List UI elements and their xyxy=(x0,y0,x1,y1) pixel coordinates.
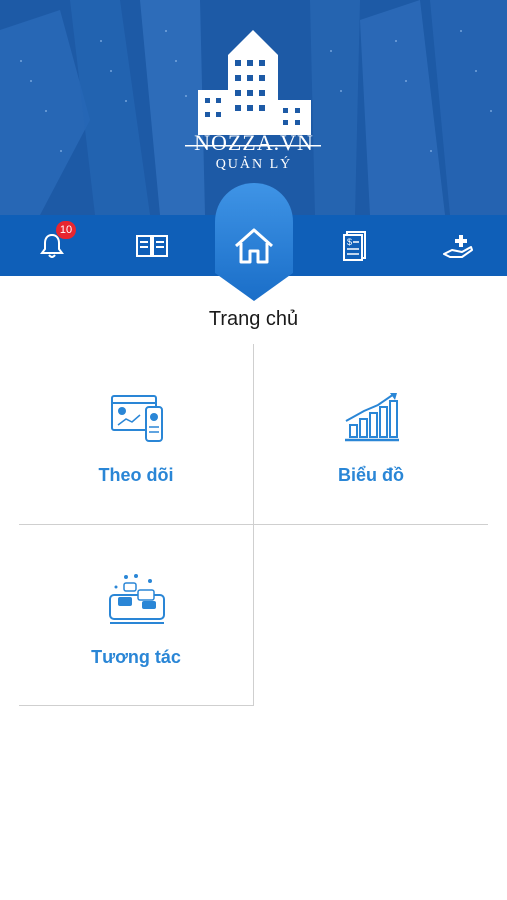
nav-home-button[interactable] xyxy=(233,227,275,265)
bar-chart-icon xyxy=(345,393,399,442)
tile-label: Tương tác xyxy=(91,647,181,667)
hand-plus-icon xyxy=(443,234,473,258)
svg-text:$: $ xyxy=(347,237,352,247)
chat-interaction-icon xyxy=(109,574,165,624)
page-title: Trang chủ xyxy=(208,308,299,330)
logo-title: NOZZA.VN xyxy=(194,130,314,155)
notification-badge: 10 xyxy=(56,221,76,239)
home-icon xyxy=(235,228,273,264)
tile-tuong-tac[interactable]: Tương tác xyxy=(19,525,253,705)
nav-notifications-button[interactable]: 10 xyxy=(22,215,82,276)
logo-subtitle: QUẢN LÝ xyxy=(215,157,293,172)
tile-theo-doi[interactable]: Theo dõi xyxy=(19,345,253,524)
nav-care-button[interactable] xyxy=(428,215,488,276)
monitor-tracking-icon xyxy=(111,395,163,442)
nav-book-button[interactable] xyxy=(122,215,182,276)
grid-divider-horizontal-bottom xyxy=(19,705,254,706)
tile-bieu-do[interactable]: Biểu đồ xyxy=(254,345,488,524)
tile-label: Theo dõi xyxy=(98,465,174,485)
nav-document-button[interactable]: $ xyxy=(325,215,385,276)
book-icon xyxy=(136,234,168,257)
document-icon: $ xyxy=(343,230,366,261)
tile-label: Biểu đồ xyxy=(338,465,404,485)
